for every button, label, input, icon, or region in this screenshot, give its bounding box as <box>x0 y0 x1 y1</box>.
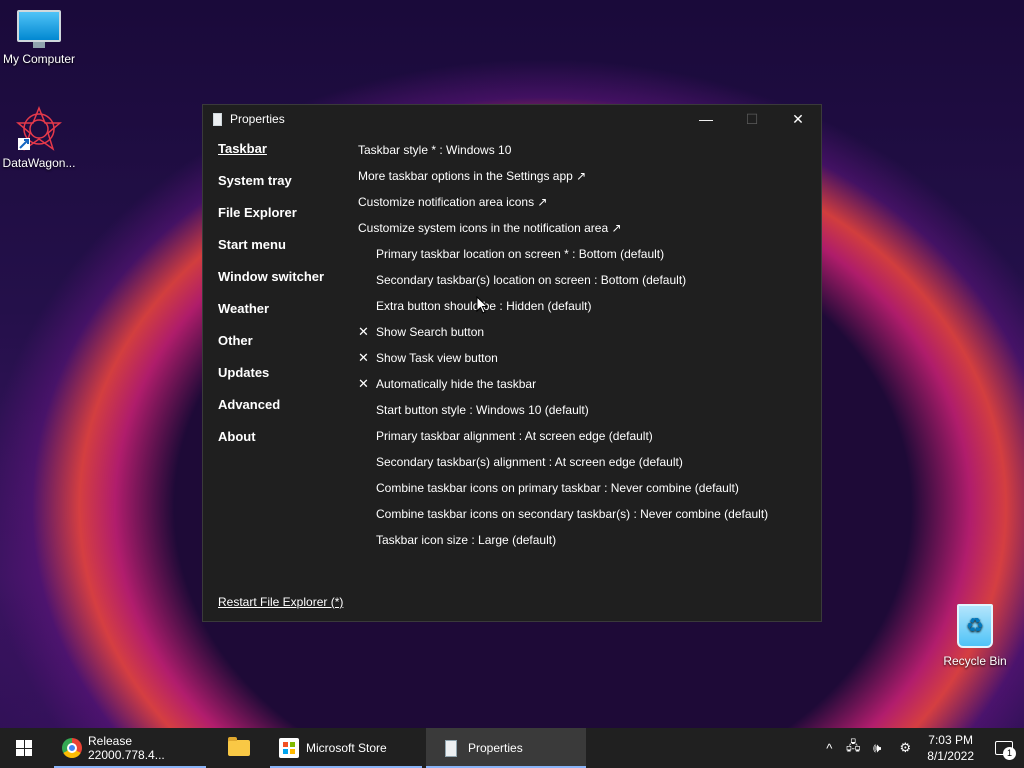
notification-count-badge: 1 <box>1003 747 1016 760</box>
setting-label: Show Search button <box>376 325 485 339</box>
checkmark-icon: ✕ <box>358 350 369 365</box>
setting-customize-notification-icons-link[interactable]: Customize notification area icons ↗ <box>358 189 818 215</box>
taskbar-item-file-explorer[interactable] <box>212 728 266 768</box>
setting-start-button-style[interactable]: Start button style : Windows 10 (default… <box>358 397 818 423</box>
setting-extra-button[interactable]: Extra button should be : Hidden (default… <box>358 293 818 319</box>
properties-window: Properties — ☐ ✕ Taskbar System tray Fil… <box>202 104 822 622</box>
store-icon <box>278 737 300 759</box>
nav-item-start-menu[interactable]: Start menu <box>218 237 348 269</box>
desktop-icon-label: My Computer <box>2 52 76 66</box>
nav-item-updates[interactable]: Updates <box>218 365 348 397</box>
setting-label: Combine taskbar icons on primary taskbar… <box>376 481 739 495</box>
setting-taskbar-icon-size[interactable]: Taskbar icon size : Large (default) <box>358 527 818 553</box>
setting-auto-hide-taskbar[interactable]: ✕ Automatically hide the taskbar <box>358 371 818 397</box>
system-tray: ^ 🖧 🕪 ⚙ 7:03 PM 8/1/2022 1 <box>817 728 1024 768</box>
setting-label: Primary taskbar alignment : At screen ed… <box>376 429 653 443</box>
checkmark-icon: ✕ <box>358 376 369 391</box>
nav-item-system-tray[interactable]: System tray <box>218 173 348 205</box>
show-hidden-icons-chevron-icon[interactable]: ^ <box>817 741 841 756</box>
setting-label: Start button style : Windows 10 (default… <box>376 403 589 417</box>
taskbar-item-microsoft-store[interactable]: Microsoft Store <box>270 728 422 768</box>
taskbar: Release 22000.778.4... Microsoft Store P… <box>0 728 1024 768</box>
nav-item-window-switcher[interactable]: Window switcher <box>218 269 348 301</box>
window-controls: — ☐ ✕ <box>683 105 821 133</box>
setting-combine-secondary-icons[interactable]: Combine taskbar icons on secondary taskb… <box>358 501 818 527</box>
restart-file-explorer-link[interactable]: Restart File Explorer (*) <box>218 595 343 609</box>
windows-logo-icon <box>16 740 32 756</box>
setting-more-taskbar-options-link[interactable]: More taskbar options in the Settings app… <box>358 163 818 189</box>
taskbar-item-label: Properties <box>468 741 523 755</box>
settings-nav: Taskbar System tray File Explorer Start … <box>218 141 348 461</box>
setting-primary-taskbar-location[interactable]: Primary taskbar location on screen * : B… <box>358 241 818 267</box>
minimize-button[interactable]: — <box>683 105 729 133</box>
clock-date: 8/1/2022 <box>927 749 974 763</box>
title-bar[interactable]: Properties — ☐ ✕ <box>203 105 821 133</box>
taskbar-item-properties[interactable]: Properties <box>426 728 586 768</box>
desktop-icon-label: DataWagon... <box>2 156 76 170</box>
setting-label: Combine taskbar icons on secondary taskb… <box>376 507 769 521</box>
clock-time: 7:03 PM <box>928 733 973 747</box>
notification-center-button[interactable]: 1 <box>984 728 1024 768</box>
taskbar-item-label: Microsoft Store <box>306 741 387 755</box>
setting-customize-system-icons-link[interactable]: Customize system icons in the notificati… <box>358 215 818 241</box>
volume-icon[interactable]: 🕪 <box>865 740 889 756</box>
setting-label: Customize notification area icons ↗ <box>358 195 548 209</box>
setting-label: Secondary taskbar(s) location on screen … <box>376 273 687 287</box>
setting-label: Automatically hide the taskbar <box>376 377 537 391</box>
desktop-icon-datawagon[interactable]: DataWagon... <box>0 105 81 170</box>
properties-app-icon <box>213 112 222 126</box>
properties-icon <box>440 737 462 759</box>
setting-label: Primary taskbar location on screen * : B… <box>376 247 665 261</box>
file-explorer-icon <box>228 737 250 759</box>
setting-taskbar-style[interactable]: Taskbar style * : Windows 10 <box>358 137 818 163</box>
window-title: Properties <box>230 112 285 126</box>
setting-label: Taskbar icon size : Large (default) <box>376 533 557 547</box>
nav-item-other[interactable]: Other <box>218 333 348 365</box>
setting-show-search-button[interactable]: ✕ Show Search button <box>358 319 818 345</box>
desktop-icon-my-computer[interactable]: My Computer <box>0 10 81 66</box>
nav-item-file-explorer[interactable]: File Explorer <box>218 205 348 237</box>
start-button[interactable] <box>0 728 48 768</box>
recycle-bin-icon: ♻ <box>957 604 993 648</box>
setting-secondary-taskbar-location[interactable]: Secondary taskbar(s) location on screen … <box>358 267 818 293</box>
setting-label: Taskbar style * : Windows 10 <box>358 143 512 157</box>
nav-item-about[interactable]: About <box>218 429 348 461</box>
desktop-icon-recycle-bin[interactable]: ♻ Recycle Bin <box>933 604 1017 668</box>
setting-primary-taskbar-alignment[interactable]: Primary taskbar alignment : At screen ed… <box>358 423 818 449</box>
chrome-icon <box>62 737 82 759</box>
setting-secondary-taskbar-alignment[interactable]: Secondary taskbar(s) alignment : At scre… <box>358 449 818 475</box>
setting-show-task-view-button[interactable]: ✕ Show Task view button <box>358 345 818 371</box>
computer-icon <box>17 10 61 48</box>
setting-combine-primary-icons[interactable]: Combine taskbar icons on primary taskbar… <box>358 475 818 501</box>
desktop-icon-label: Recycle Bin <box>943 654 1007 668</box>
nav-item-weather[interactable]: Weather <box>218 301 348 333</box>
network-icon[interactable]: 🖧 <box>841 737 865 759</box>
nav-item-advanced[interactable]: Advanced <box>218 397 348 429</box>
clock[interactable]: 7:03 PM 8/1/2022 <box>917 732 984 764</box>
taskbar-item-label: Release 22000.778.4... <box>88 734 165 762</box>
close-button[interactable]: ✕ <box>775 105 821 133</box>
settings-gear-icon[interactable]: ⚙ <box>893 740 917 756</box>
setting-label: Secondary taskbar(s) alignment : At scre… <box>376 455 683 469</box>
setting-label: Customize system icons in the notificati… <box>358 221 622 235</box>
datawagon-icon <box>15 105 63 152</box>
maximize-button: ☐ <box>745 110 759 127</box>
setting-label: Show Task view button <box>376 351 498 365</box>
mouse-cursor-icon <box>476 296 488 314</box>
taskbar-item-chrome[interactable]: Release 22000.778.4... <box>54 728 206 768</box>
setting-label: More taskbar options in the Settings app… <box>358 169 587 183</box>
checkmark-icon: ✕ <box>358 324 369 339</box>
nav-item-taskbar[interactable]: Taskbar <box>218 141 348 173</box>
settings-list: Taskbar style * : Windows 10 More taskba… <box>358 137 818 553</box>
